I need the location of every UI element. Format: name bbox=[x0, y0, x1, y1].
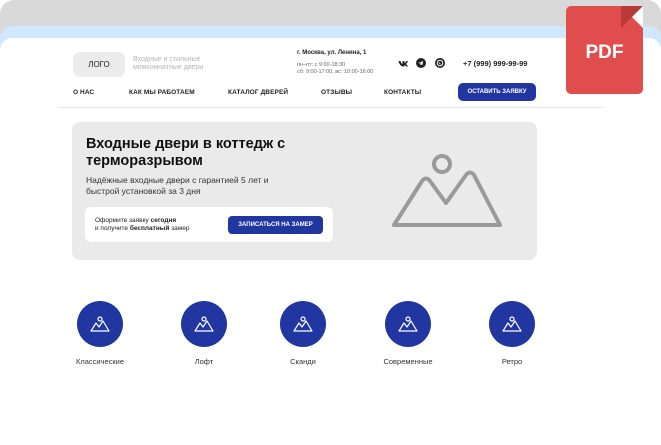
phone-number[interactable]: +7 (999) 999-99-99 bbox=[463, 59, 527, 68]
offer-text-today: сегодня bbox=[150, 217, 177, 224]
logo[interactable]: ЛОГО bbox=[73, 52, 125, 77]
hero-title: Входные двери в коттедж с терморазрывом bbox=[86, 136, 286, 169]
header-divider bbox=[58, 107, 604, 108]
category-classic[interactable]: Классические bbox=[55, 301, 145, 366]
hero-banner: Входные двери в коттедж с терморазрывом … bbox=[72, 122, 537, 260]
offer-text-suffix: замер bbox=[169, 225, 190, 232]
nav-item-contacts[interactable]: КОНТАКТЫ bbox=[384, 89, 421, 96]
pdf-file-icon: PDF bbox=[566, 6, 643, 94]
category-label: Классические bbox=[75, 357, 125, 366]
nav-item-about[interactable]: О НАС bbox=[73, 89, 94, 96]
address: г. Москва, ул. Ленина, 1 bbox=[297, 50, 367, 56]
category-label: Сканди bbox=[290, 357, 316, 366]
category-modern[interactable]: Современные bbox=[363, 301, 453, 366]
category-scandi[interactable]: Сканди bbox=[258, 301, 348, 366]
category-label: Лофт bbox=[194, 357, 214, 366]
nav-item-catalog[interactable]: КАТАЛОГ ДВЕРЕЙ bbox=[228, 89, 288, 96]
category-label: Ретро bbox=[501, 357, 523, 366]
nav-item-reviews[interactable]: ОТЗЫВЫ bbox=[321, 89, 352, 96]
working-hours: пн–пт: с 9:00-18:30 сб: 9:00-17:00, вс: … bbox=[297, 62, 373, 76]
nav-item-how-we-work[interactable]: КАК МЫ РАБОТАЕМ bbox=[129, 89, 195, 96]
offer-text: Оформите заявку сегодня и получите беспл… bbox=[95, 217, 189, 233]
category-image-icon bbox=[280, 301, 326, 347]
whatsapp-icon[interactable] bbox=[435, 58, 445, 68]
hours-weekend: сб: 9:00-17:00, вс: 10:00-16:00 bbox=[297, 69, 374, 75]
book-measurement-button[interactable]: ЗАПИСАТЬСЯ НА ЗАМЕР bbox=[228, 216, 323, 234]
image-placeholder-icon bbox=[392, 154, 502, 227]
hero-offer-card: Оформите заявку сегодня и получите беспл… bbox=[85, 207, 333, 242]
tagline: Входные и стильные межкомнатные двери bbox=[133, 56, 204, 71]
leave-request-button[interactable]: ОСТАВИТЬ ЗАЯВКУ bbox=[458, 83, 536, 101]
category-image-icon bbox=[77, 301, 123, 347]
vk-icon[interactable] bbox=[398, 58, 408, 68]
category-image-icon bbox=[385, 301, 431, 347]
category-image-icon bbox=[489, 301, 535, 347]
telegram-icon[interactable] bbox=[416, 58, 426, 68]
pdf-label: PDF bbox=[585, 42, 624, 63]
category-retro[interactable]: Ретро bbox=[467, 301, 557, 366]
offer-text-mid: и получите bbox=[95, 225, 130, 232]
category-loft[interactable]: Лофт bbox=[159, 301, 249, 366]
category-label: Современные bbox=[383, 357, 433, 366]
offer-text-free: бесплатный bbox=[129, 225, 170, 232]
pdf-corner-fold bbox=[621, 6, 643, 28]
hero-subtitle: Надёжные входные двери с гарантией 5 лет… bbox=[86, 175, 269, 196]
hours-weekdays: пн–пт: с 9:00-18:30 bbox=[297, 62, 346, 68]
offer-text-prefix: Оформите заявку bbox=[95, 217, 151, 224]
category-image-icon bbox=[181, 301, 227, 347]
